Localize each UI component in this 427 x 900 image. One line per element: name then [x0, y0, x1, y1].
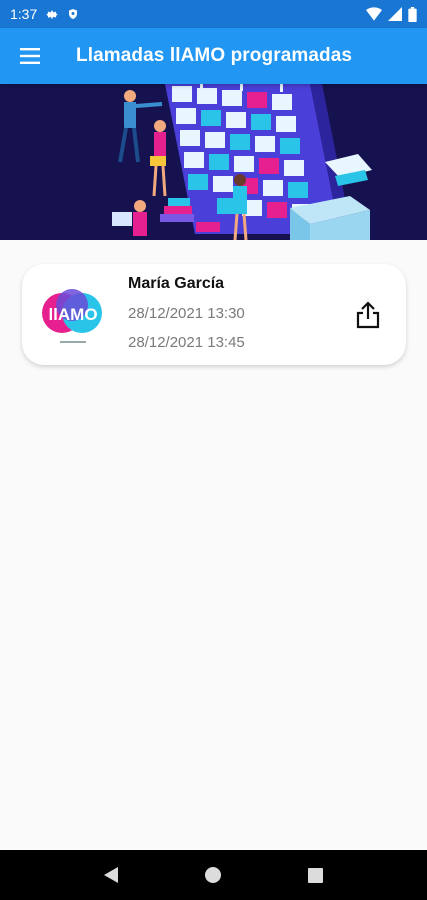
status-bar: 1:37 [0, 0, 427, 28]
home-button[interactable] [193, 855, 233, 895]
svg-text:llAMO: llAMO [48, 305, 97, 324]
shield-icon [69, 9, 78, 19]
system-nav-bar [0, 850, 427, 900]
signal-icon [388, 7, 402, 21]
call-info: María García 28/12/2021 13:30 28/12/2021… [128, 275, 346, 351]
back-button[interactable] [91, 855, 131, 895]
calendar-illustration-banner [0, 84, 427, 240]
contact-name: María García [128, 274, 225, 292]
wifi-icon [366, 7, 382, 21]
recents-icon [308, 867, 324, 883]
back-icon [104, 867, 119, 883]
call-start-time: 28/12/2021 13:30 [128, 304, 245, 322]
menu-button[interactable] [0, 28, 60, 84]
hamburger-menu-icon [20, 48, 40, 64]
share-icon [356, 300, 380, 328]
call-card[interactable]: llAMO María García 28/12/2021 13:30 28/1… [22, 264, 406, 365]
gear-icon [47, 10, 58, 19]
page-title: Llamadas llAMO programadas [76, 45, 353, 66]
call-list: llAMO María García 28/12/2021 13:30 28/1… [0, 240, 427, 850]
status-time: 1:37 [10, 6, 38, 22]
home-icon [205, 867, 222, 883]
share-button[interactable] [346, 293, 390, 337]
llamo-logo: llAMO [34, 276, 112, 354]
app-bar: Llamadas llAMO programadas [0, 28, 427, 84]
recents-button[interactable] [296, 855, 336, 895]
call-end-time: 28/12/2021 13:45 [128, 333, 245, 351]
battery-icon [408, 6, 417, 22]
